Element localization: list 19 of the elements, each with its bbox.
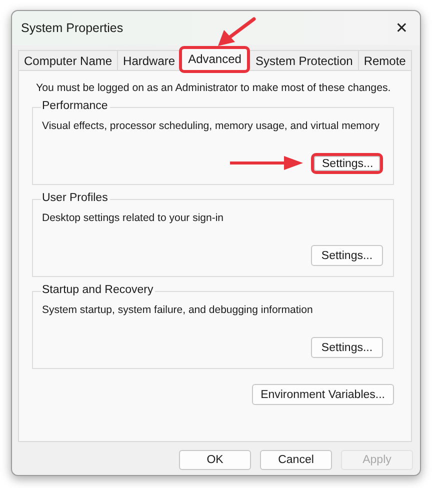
settings-button[interactable]: Settings... — [311, 153, 383, 174]
close-button[interactable]: ✕ — [393, 19, 410, 37]
environment-variables-button[interactable]: Environment Variables... — [252, 384, 394, 405]
window-title: System Properties — [21, 21, 124, 35]
group-title: User Profiles — [41, 192, 110, 204]
notice-text: You must be logged on as an Administrator to make most of these changes. — [36, 81, 391, 95]
tab[interactable]: Remote — [358, 50, 412, 70]
tab[interactable]: System Protection — [249, 50, 359, 70]
group-description: System startup, system failure, and debugging information — [42, 303, 313, 317]
tab[interactable]: Advanced — [181, 48, 248, 71]
dialog-button[interactable]: Cancel — [260, 450, 332, 470]
group-title: Startup and Recovery — [41, 284, 156, 296]
group-title: Performance — [41, 100, 110, 112]
settings-button[interactable]: Settings... — [311, 337, 383, 358]
group-description: Desktop settings related to your sign-in — [42, 211, 224, 225]
tab[interactable]: Computer Name — [18, 50, 118, 70]
dialog-button[interactable]: OK — [179, 450, 251, 470]
group-description: Visual effects, processor scheduling, memory usage, and virtual memory — [42, 119, 380, 133]
settings-button[interactable]: Settings... — [311, 245, 383, 266]
